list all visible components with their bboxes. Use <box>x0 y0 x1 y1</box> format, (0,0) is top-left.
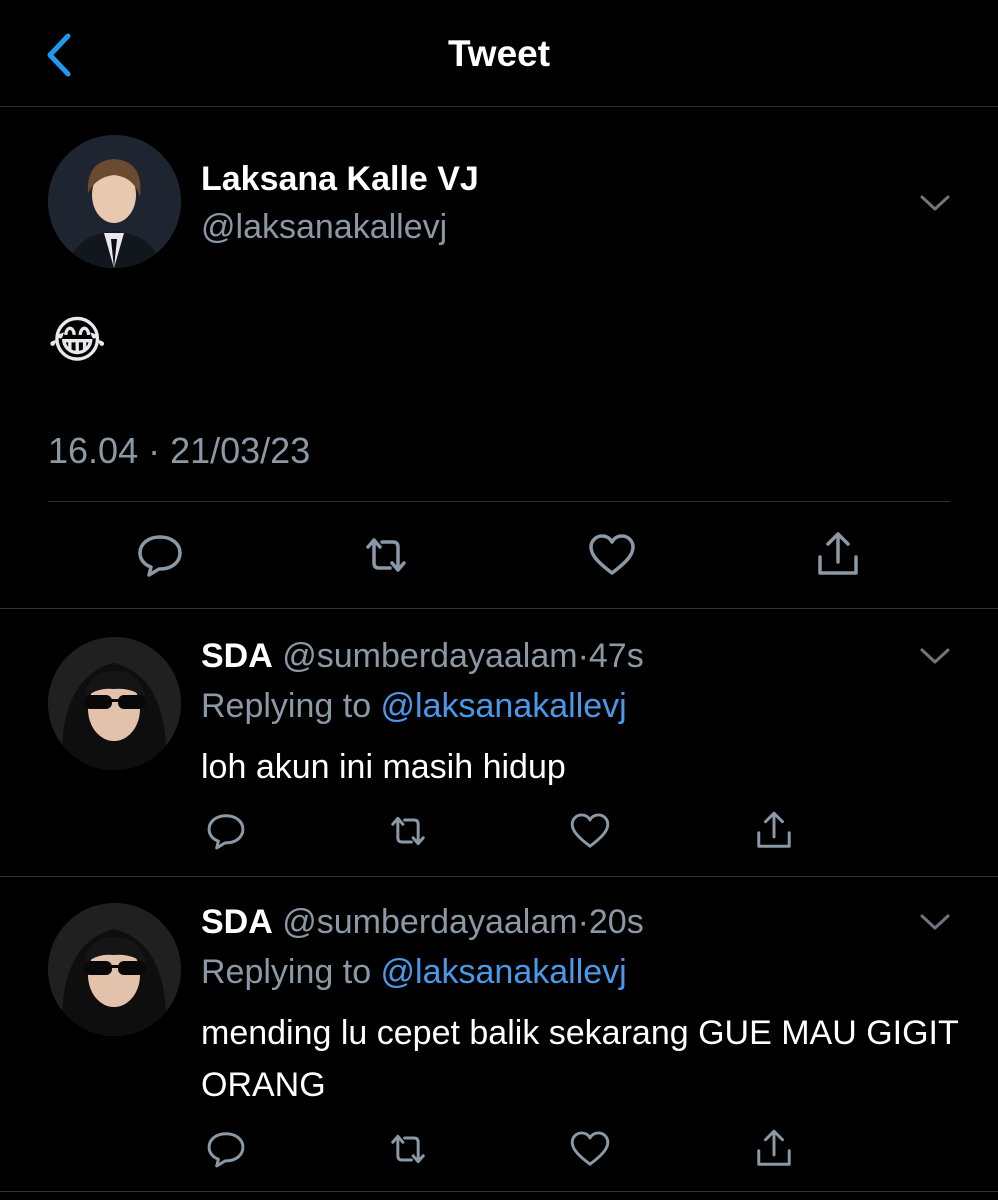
tweet-timestamp: 16.04 · 21/03/23 <box>48 430 311 471</box>
author-handle[interactable]: @sumberdayaalam <box>282 903 577 941</box>
more-options-button[interactable] <box>917 911 953 933</box>
author-name[interactable]: Laksana Kalle VJ <box>201 160 479 199</box>
share-button[interactable] <box>752 809 796 853</box>
share-icon <box>757 1129 791 1166</box>
reply-button[interactable] <box>134 529 186 581</box>
retweet-icon <box>391 816 425 846</box>
reply-tweet[interactable]: SDA @sumberdayaalam·20s Replying to @lak… <box>0 877 998 1192</box>
replying-to-label: Replying to <box>201 687 381 725</box>
reply-text: loh akun ini masih hidup <box>201 748 566 786</box>
reply-icon <box>138 535 182 577</box>
reply-icon <box>207 814 245 850</box>
reply-button[interactable] <box>204 1127 248 1171</box>
reply-header: SDA @sumberdayaalam·47s <box>201 637 644 676</box>
reply-tweet[interactable]: SDA @sumberdayaalam·47s Replying to @lak… <box>0 609 998 877</box>
share-button[interactable] <box>812 529 864 581</box>
separator-dot: · <box>577 903 589 941</box>
reply-header: SDA @sumberdayaalam·20s <box>201 903 644 942</box>
mention-link[interactable]: @laksanakallevj <box>381 687 627 725</box>
share-button[interactable] <box>752 1127 796 1171</box>
like-button[interactable] <box>586 529 638 581</box>
retweet-button[interactable] <box>360 529 412 581</box>
replying-to: Replying to @laksanakallevj <box>201 687 627 726</box>
chevron-down-icon <box>920 914 950 930</box>
author-name[interactable]: SDA <box>201 903 273 941</box>
avatar[interactable] <box>48 903 181 1036</box>
reply-button[interactable] <box>204 809 248 853</box>
like-icon <box>570 813 610 848</box>
page-title: Tweet <box>447 33 551 74</box>
author-handle[interactable]: @laksanakallevj <box>201 208 447 247</box>
chevron-down-icon <box>920 195 950 211</box>
like-button[interactable] <box>568 1127 612 1171</box>
retweet-button[interactable] <box>386 809 430 853</box>
like-icon <box>589 534 635 575</box>
avatar[interactable] <box>48 135 181 268</box>
like-button[interactable] <box>568 809 612 853</box>
reply-time: 20s <box>588 903 644 941</box>
author-name[interactable]: SDA <box>201 637 273 675</box>
like-icon <box>570 1131 610 1166</box>
share-icon <box>818 532 858 575</box>
avatar[interactable] <box>48 637 181 770</box>
replying-to: Replying to @laksanakallevj <box>201 953 627 992</box>
more-options-button[interactable] <box>917 645 953 667</box>
separator-dot: · <box>577 637 589 675</box>
tweet-text: 😂 <box>48 312 107 368</box>
divider <box>48 501 950 502</box>
author-handle[interactable]: @sumberdayaalam <box>282 637 577 675</box>
replying-to-label: Replying to <box>201 953 381 991</box>
main-tweet: Laksana Kalle VJ @laksanakallevj 😂 16.04… <box>0 107 998 609</box>
retweet-icon <box>391 1134 425 1164</box>
retweet-button[interactable] <box>386 1127 430 1171</box>
retweet-icon <box>366 538 406 572</box>
reply-text: mending lu cepet balik sekarang GUE MAU … <box>201 1014 959 1104</box>
share-icon <box>757 811 791 848</box>
mention-link[interactable]: @laksanakallevj <box>381 953 627 991</box>
reply-time: 47s <box>588 637 644 675</box>
chevron-down-icon <box>920 648 950 664</box>
more-options-button[interactable] <box>917 192 953 214</box>
reply-icon <box>207 1132 245 1168</box>
top-bar: Tweet <box>0 0 998 107</box>
